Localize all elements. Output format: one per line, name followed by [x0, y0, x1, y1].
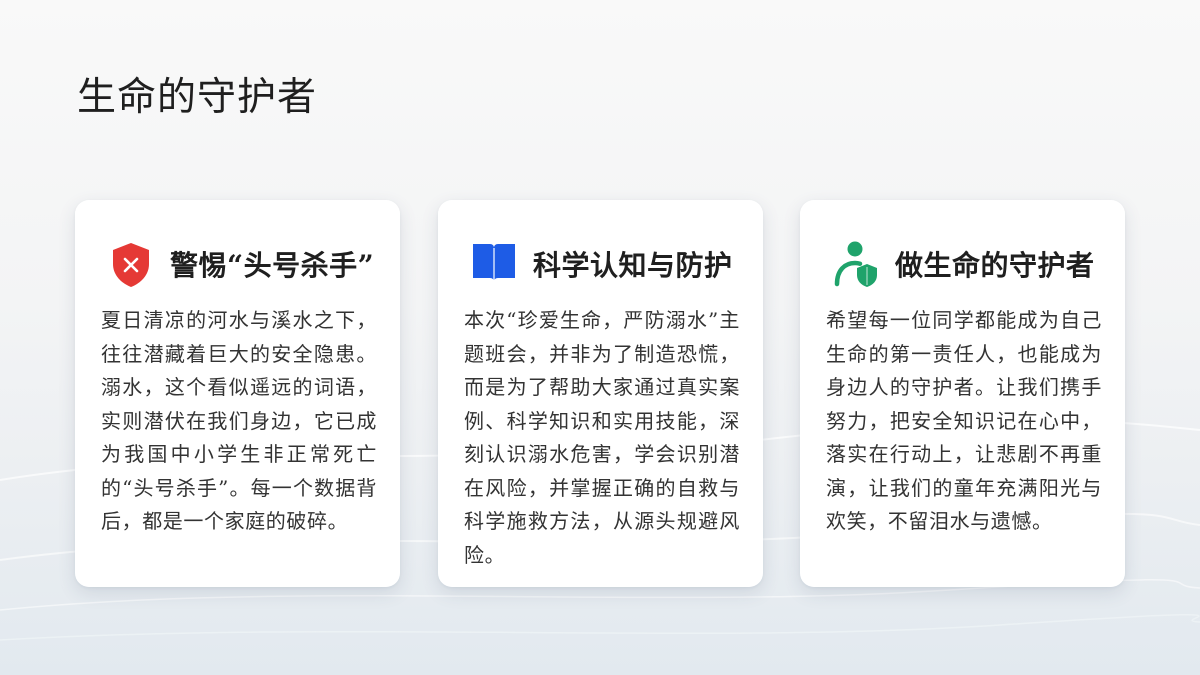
card-guardian: 做生命的守护者 希望每一位同学都能成为自己生命的第一责任人，也能成为身边人的守护… [800, 200, 1125, 587]
card-body: 本次“珍爱生命，严防溺水”主题班会，并非为了制造恐慌，而是为了帮助大家通过真实案… [464, 308, 740, 567]
card-warning: 警惕“头号杀手” 夏日清凉的河水与溪水之下，往往潜藏着巨大的安全隐患。溺水，这个… [75, 200, 400, 587]
book-icon [471, 240, 517, 290]
card-body: 希望每一位同学都能成为自己生命的第一责任人，也能成为身边人的守护者。让我们携手努… [826, 308, 1102, 533]
shield-x-icon [108, 240, 154, 290]
card-title: 做生命的守护者 [895, 249, 1095, 282]
person-shield-icon [833, 240, 879, 290]
card-header: 警惕“头号杀手” [75, 238, 400, 294]
page-title: 生命的守护者 [77, 75, 318, 120]
card-title: 科学认知与防护 [533, 249, 733, 282]
card-body: 夏日清凉的河水与溪水之下，往往潜藏着巨大的安全隐患。溺水，这个看似遥远的词语，实… [101, 308, 377, 533]
card-header: 科学认知与防护 [438, 238, 763, 294]
card-title: 警惕“头号杀手” [170, 249, 375, 282]
card-header: 做生命的守护者 [800, 238, 1125, 294]
card-science: 科学认知与防护 本次“珍爱生命，严防溺水”主题班会，并非为了制造恐慌，而是为了帮… [438, 200, 763, 587]
